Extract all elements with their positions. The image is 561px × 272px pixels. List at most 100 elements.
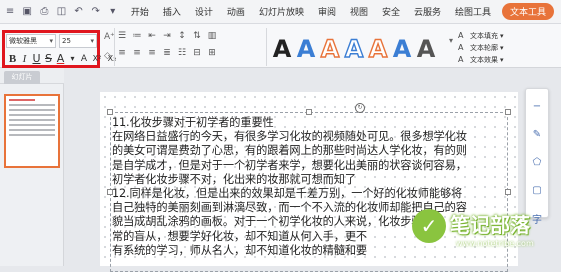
minus-icon[interactable]: −	[526, 95, 548, 117]
font-size-value: 25	[62, 37, 71, 45]
text-direction-icon[interactable]: ⇅	[191, 30, 203, 42]
text-format-tools: A 文本填充 ▾ A 文本轮廓 ▾ A 文本效果 ▾	[458, 30, 504, 66]
italic-button[interactable]: I	[19, 53, 30, 65]
superscript-button[interactable]: X²	[90, 54, 104, 63]
print-icon[interactable]: ⎙	[38, 5, 50, 19]
menu-home[interactable]: 开始	[131, 5, 149, 18]
menu-slideshow[interactable]: 幻灯片放映	[259, 5, 304, 18]
text-effects-label: 文本效果	[470, 56, 498, 64]
chevron-down-icon[interactable]: ▾	[67, 54, 78, 63]
thumb-line	[9, 104, 55, 106]
font-size-select[interactable]: 25 ▾	[59, 34, 97, 48]
bold-button[interactable]: B	[7, 53, 18, 65]
slide-thumbnail[interactable]	[4, 94, 60, 168]
panel-tabs: 幻灯片	[0, 68, 64, 84]
align-center-icon[interactable]: ≡	[131, 47, 143, 59]
watermark-title: 笔记部落	[450, 213, 530, 237]
text-style-2[interactable]: A	[297, 35, 316, 63]
decrease-indent-icon[interactable]: ⇤	[146, 30, 158, 42]
resize-handle[interactable]	[107, 109, 113, 115]
watermark: ✓ 笔记部落 www.notetribe.com	[400, 205, 561, 266]
text-fill-label: 文本填充	[470, 32, 498, 40]
undo-icon[interactable]: ↶	[73, 5, 85, 19]
text-effects-button[interactable]: A 文本效果 ▾	[458, 54, 504, 66]
preview-icon[interactable]: ◫	[55, 5, 67, 19]
chevron-down-icon[interactable]: ▾	[449, 36, 453, 45]
char-spacing-button[interactable]: A	[79, 54, 89, 64]
numbering-icon[interactable]: ≔	[131, 30, 143, 42]
menu-review[interactable]: 审阅	[318, 5, 336, 18]
shape-icon[interactable]: ⬠	[526, 151, 548, 173]
menu-design[interactable]: 设计	[195, 5, 213, 18]
rotate-handle-icon[interactable]: ↻	[355, 103, 365, 113]
chevron-down-icon: ▾	[49, 37, 53, 45]
resize-handle[interactable]	[306, 109, 312, 115]
text-line: 在网络日益盛行的今天，有很多学习化妆的视频随处可见。很多想学化妆	[112, 130, 467, 144]
dropdown-icon[interactable]: ▾	[107, 5, 119, 19]
thumb-line	[9, 129, 55, 131]
align-text-icon[interactable]: ⊟	[191, 47, 203, 59]
text-style-6[interactable]: A	[393, 35, 412, 63]
text-style-5[interactable]: A	[368, 34, 388, 63]
menu-bar: ≡ ▣ ⎙ ◫ ↶ ↷ ▾ 开始 插入 设计 动画 幻灯片放映 审阅 视图 安全…	[0, 0, 561, 24]
text-fill-icon: A	[458, 31, 464, 40]
text-styles[interactable]: AAAAAAA	[270, 30, 448, 64]
watermark-url: www.notetribe.com	[456, 239, 534, 248]
floating-toolbar: − ✎ ⬠ ▢ 字	[525, 88, 549, 226]
save-icon[interactable]: ▣	[21, 5, 33, 19]
chevron-down-icon: ▾	[500, 44, 504, 52]
menu-drawing-tools[interactable]: 绘图工具	[455, 5, 491, 18]
increase-indent-icon[interactable]: ⇥	[161, 30, 173, 42]
bullets-icon[interactable]: ☰	[116, 30, 128, 42]
tab-slides[interactable]: 幻灯片	[4, 71, 40, 84]
chevron-down-icon: ▾	[500, 56, 504, 64]
pen-icon[interactable]: ✎	[526, 123, 548, 145]
strikethrough-button[interactable]: S	[43, 52, 54, 65]
menu-view[interactable]: 视图	[350, 5, 368, 18]
text-style-3[interactable]: A	[320, 34, 340, 63]
thumb-line	[9, 124, 55, 126]
menu-insert[interactable]: 插入	[163, 5, 181, 18]
paragraph-group: ☰ ≔ ⇤ ⇥ ↕ ⇅ ▥ ≡ ≡ ≡ ≣ ☷ ⊟ ⊞	[116, 30, 266, 64]
justify-icon[interactable]: ≣	[161, 47, 173, 59]
thumb-line	[9, 134, 55, 136]
underline-button[interactable]: U	[31, 52, 42, 65]
thumb-line	[9, 119, 55, 121]
thumb-line	[9, 114, 55, 116]
font-name-value: 微软雅黑	[9, 37, 37, 45]
menu-animation[interactable]: 动画	[227, 5, 245, 18]
text-style-1[interactable]: A	[273, 35, 292, 63]
font-color-button[interactable]: A	[55, 52, 66, 65]
text-effects-icon: A	[458, 55, 464, 64]
font-name-select[interactable]: 微软雅黑 ▾	[6, 34, 56, 48]
watermark-logo-icon: ✓	[412, 209, 446, 243]
menu-text-tools[interactable]: 文本工具	[502, 3, 555, 20]
convert-icon[interactable]: ⊞	[206, 47, 218, 59]
text-outline-label: 文本轮廓	[470, 44, 498, 52]
slide-thumbnail-panel	[0, 84, 64, 266]
align-left-icon[interactable]: ≡	[116, 47, 128, 59]
text-outline-button[interactable]: A 文本轮廓 ▾	[458, 42, 504, 54]
line-spacing-icon[interactable]: ↕	[176, 30, 188, 42]
text-style-7[interactable]: A	[417, 35, 436, 63]
chevron-down-icon: ▾	[90, 37, 94, 45]
text-line: 初学者化妆步骤不对，化出来的妆那就可想而知了	[112, 172, 356, 186]
text-style-4[interactable]: A	[344, 34, 364, 63]
columns-icon[interactable]: ▥	[206, 30, 218, 42]
text-line: 11.化妆步骤对于初学者的重要性	[112, 116, 274, 129]
app-menu-icon[interactable]: ≡	[4, 5, 16, 19]
thumb-line	[9, 99, 35, 101]
align-right-icon[interactable]: ≡	[146, 47, 158, 59]
distribute-icon[interactable]: ☷	[176, 47, 188, 59]
thumb-line	[9, 109, 55, 111]
font-group-highlight: 微软雅黑 ▾ 25 ▾ B I U S A ▾ A X² X₂	[2, 30, 116, 68]
menu-cloud[interactable]: 云服务	[414, 5, 441, 18]
text-fill-button[interactable]: A 文本填充 ▾	[458, 30, 504, 42]
text-line: 是自学成才，但是对于一个初学者来学，想要化出美丽的状容谈何容易，	[112, 158, 467, 172]
redo-icon[interactable]: ↷	[90, 5, 102, 19]
ribbon: 微软雅黑 ▾ 25 ▾ B I U S A ▾ A X² X₂ A⁺ ◇ ☰ ≔…	[0, 24, 561, 68]
divider	[114, 28, 115, 66]
menu-security[interactable]: 安全	[382, 5, 400, 18]
resize-handle[interactable]	[505, 109, 511, 115]
frame-icon[interactable]: ▢	[526, 179, 548, 201]
